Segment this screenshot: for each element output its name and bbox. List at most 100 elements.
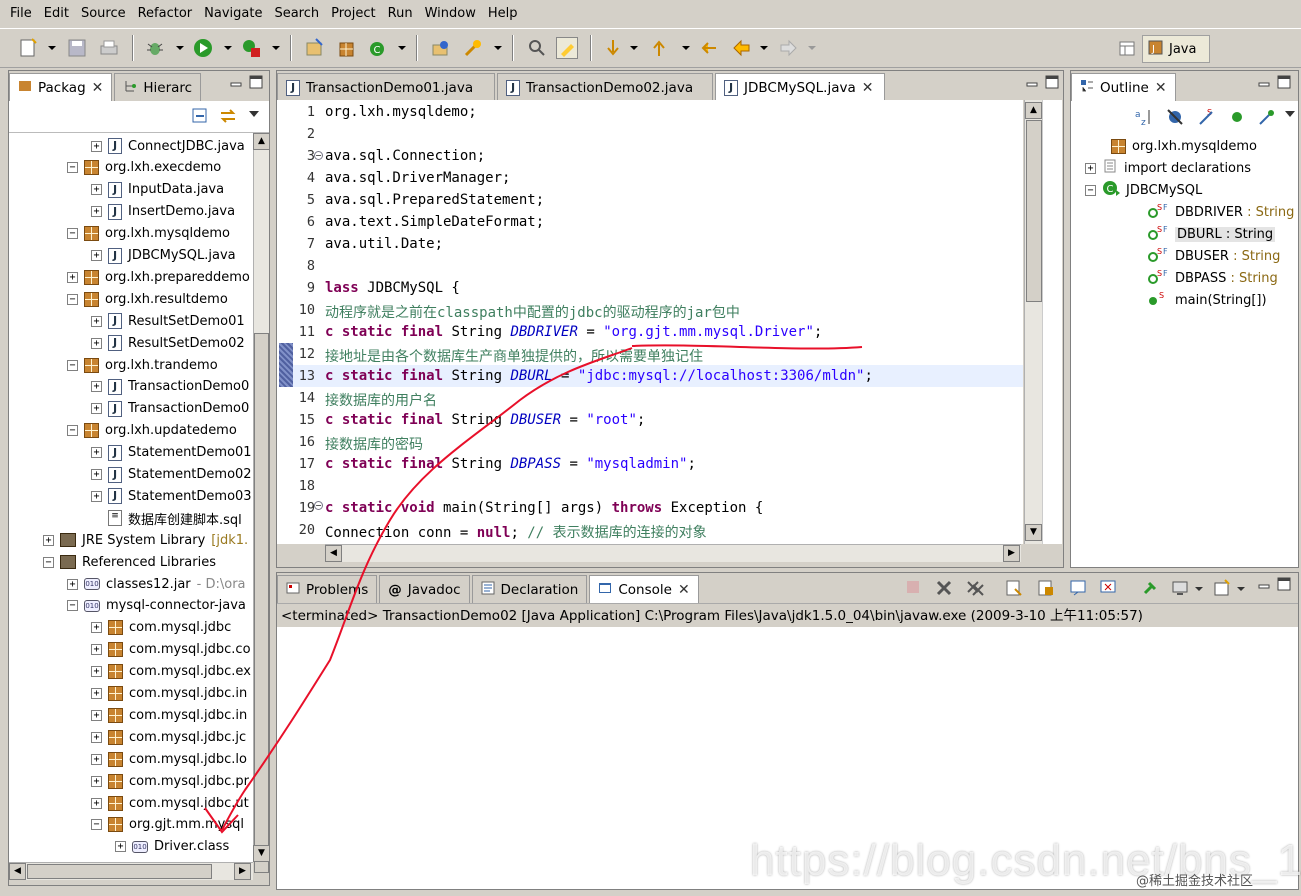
collapse-icon[interactable]: − [67,359,78,371]
expand-icon[interactable]: + [91,709,102,721]
tree-item[interactable]: + com.mysql.jdbc.co [91,639,251,661]
scroll-thumb[interactable] [254,333,269,873]
scroll-down-icon[interactable]: ▼ [1025,524,1042,541]
expand-icon[interactable]: + [91,622,102,634]
expand-icon[interactable]: + [43,534,54,546]
tab-javadoc[interactable]: @ Javadoc [379,575,470,603]
display-console-icon[interactable] [1171,579,1189,601]
expand-icon[interactable]: + [67,578,78,590]
expand-icon[interactable]: + [1085,162,1096,174]
tree-item[interactable]: −010 mysql-connector-java [67,595,246,617]
scroll-up-icon[interactable]: ▲ [253,133,270,150]
scroll-thumb[interactable] [1026,120,1042,302]
expand-icon[interactable]: + [91,140,102,152]
tree-item[interactable]: +010 Driver.class [115,836,229,858]
tree-item[interactable]: +010 classes12.jar - D:\ora [67,573,246,595]
collapse-icon[interactable]: − [67,162,78,174]
tree-vertical-scrollbar[interactable]: ▲ ▼ [253,133,270,873]
tab-console[interactable]: Console ✕ [589,575,699,603]
outline-item-imports[interactable]: + import declarations [1085,157,1251,179]
mark-occurrences-icon[interactable] [556,37,578,59]
scroll-left-icon[interactable]: ◀ [9,863,26,880]
menu-help[interactable]: Help [482,0,524,28]
collapse-all-icon[interactable] [191,107,209,129]
open-type-icon[interactable] [430,37,452,59]
expand-icon[interactable]: + [67,271,78,283]
expand-icon[interactable]: + [91,337,102,349]
tree-item[interactable]: + JRE System Library [jdk1. [43,529,248,551]
run-icon[interactable] [192,37,214,59]
tree-item[interactable]: − org.lxh.execdemo [67,157,221,179]
outline-item-method[interactable]: S main(String[]) [1147,289,1267,311]
show-error-icon[interactable] [1099,579,1117,601]
maximize-icon[interactable] [1277,577,1291,595]
expand-icon[interactable]: + [91,184,102,196]
tree-item[interactable]: + J InputData.java [91,179,224,201]
menu-project[interactable]: Project [325,0,381,28]
outline-item-field[interactable]: SF DBUSER : String [1147,245,1280,267]
minimize-icon[interactable] [229,77,243,95]
tree-item[interactable]: + J StatementDemo01 [91,442,252,464]
new-class-icon[interactable]: C [366,37,388,59]
expand-icon[interactable]: + [91,775,102,787]
expand-icon[interactable]: + [115,841,126,853]
outline-item-class[interactable]: − C JDBCMySQL [1085,179,1202,201]
close-icon[interactable]: ✕ [1155,80,1167,96]
tree-item[interactable]: − org.lxh.mysqldemo [67,223,230,245]
view-menu-icon[interactable] [249,111,259,117]
maximize-icon[interactable] [1277,75,1291,93]
tree-item[interactable]: + com.mysql.jdbc.lo [91,748,247,770]
dropdown-icon[interactable] [1195,587,1203,591]
expand-icon[interactable]: + [91,797,102,809]
search-icon[interactable] [462,37,484,59]
collapse-icon[interactable]: − [43,556,54,568]
tab-transactiondemo01[interactable]: J TransactionDemo01.java [277,73,495,101]
tree-item[interactable]: + J TransactionDemo0 [91,376,249,398]
tree-item[interactable]: + com.mysql.jdbc.in [91,704,247,726]
hide-nonpublic-icon[interactable] [1229,109,1245,129]
expand-icon[interactable]: + [91,403,102,415]
link-editor-icon[interactable] [219,107,237,129]
tab-problems[interactable]: Problems [277,575,378,603]
collapse-icon[interactable]: − [67,293,78,305]
new-package-icon[interactable] [336,37,358,59]
tree-item[interactable]: − org.lxh.updatedemo [67,420,237,442]
editor-vertical-scrollbar[interactable]: ▲ ▼ [1024,100,1042,544]
collapse-icon[interactable]: − [67,228,78,240]
minimize-icon[interactable] [1025,77,1039,95]
expand-icon[interactable]: + [91,731,102,743]
menu-file[interactable]: File [4,0,38,28]
back-icon[interactable] [730,37,752,59]
tree-item[interactable]: + J ResultSetDemo01 [91,310,245,332]
collapse-icon[interactable]: − [1085,184,1096,196]
overview-ruler[interactable] [1042,100,1062,544]
outline-item-field[interactable]: SF DBDRIVER : String [1147,201,1294,223]
java-perspective-button[interactable]: J Java [1142,35,1210,63]
clear-console-icon[interactable] [1005,579,1023,601]
forward-icon[interactable] [778,37,800,59]
menu-search[interactable]: Search [268,0,325,28]
expand-icon[interactable]: + [91,447,102,459]
close-icon[interactable]: ✕ [862,80,874,96]
last-edit-icon[interactable] [698,37,720,59]
show-console-icon[interactable] [1069,579,1087,601]
menu-navigate[interactable]: Navigate [198,0,268,28]
hide-fields-icon[interactable] [1165,107,1185,131]
expand-icon[interactable]: + [91,753,102,765]
fold-icon[interactable]: − [314,151,323,160]
tab-jdbcmysql[interactable]: J JDBCMySQL.java ✕ [715,73,885,101]
tree-item[interactable]: + J ResultSetDemo02 [91,332,245,354]
expand-icon[interactable]: + [91,688,102,699]
tab-transactiondemo02[interactable]: J TransactionDemo02.java [497,73,713,101]
tree-item[interactable]: + com.mysql.jdbc.in [91,683,247,705]
tab-outline[interactable]: Outline ✕ [1071,73,1176,101]
pin-console-icon[interactable] [1141,579,1159,601]
collapse-icon[interactable]: − [67,600,78,612]
run-external-icon[interactable] [240,37,262,59]
expand-icon[interactable]: + [91,644,102,656]
tab-hierarchy[interactable]: Hierarc [114,73,202,101]
tree-item[interactable]: + J TransactionDemo0 [91,398,249,420]
minimize-icon[interactable] [1257,77,1271,95]
scroll-up-icon[interactable]: ▲ [1025,102,1042,119]
close-icon[interactable]: ✕ [678,582,690,598]
